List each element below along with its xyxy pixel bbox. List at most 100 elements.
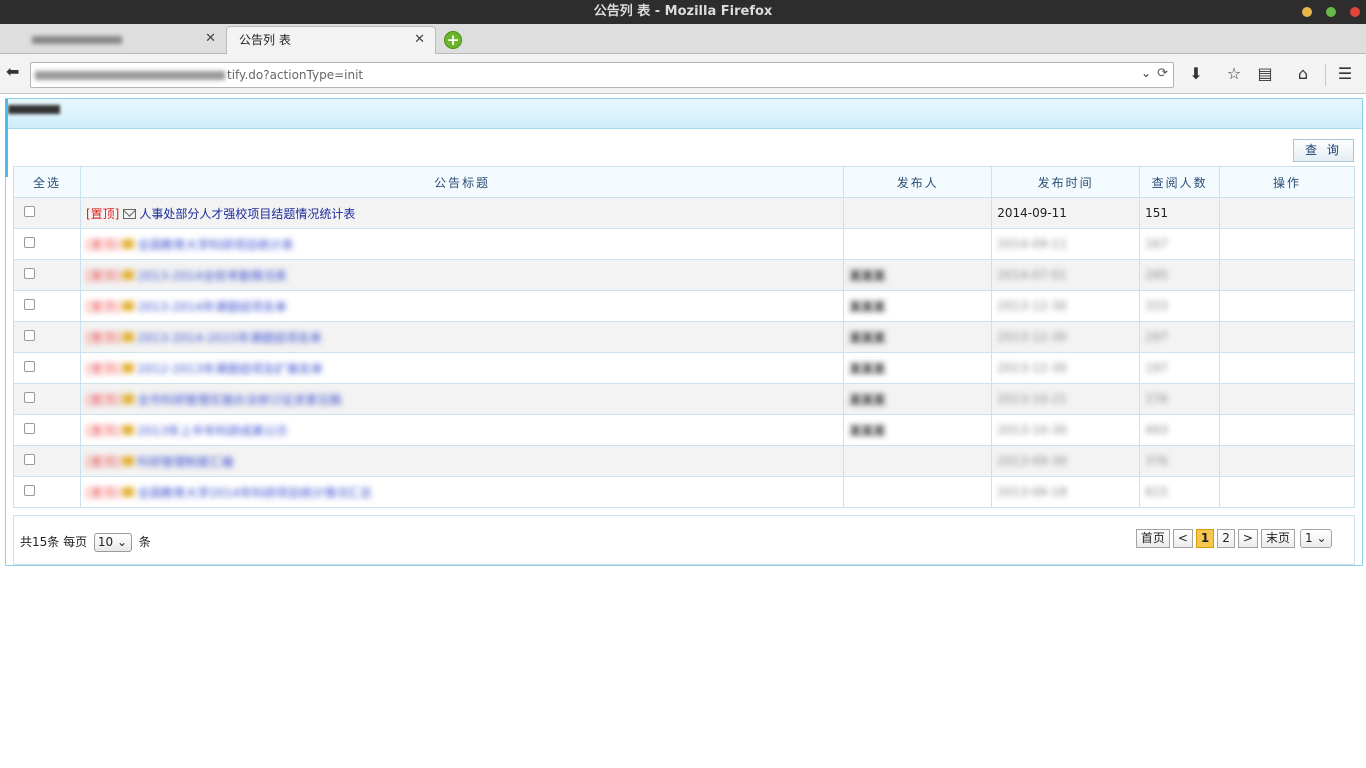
row-checkbox[interactable] — [24, 454, 35, 465]
notice-title-link[interactable]: 全国教育大学2014年科研项目统计情况汇总 — [137, 486, 372, 500]
maximize-button[interactable] — [1326, 7, 1336, 17]
view-count: 493 — [1145, 423, 1169, 437]
close-tab-icon[interactable]: ✕ — [205, 26, 216, 52]
page-2-button[interactable]: 2 — [1217, 529, 1235, 548]
row-actions-cell — [1219, 228, 1355, 260]
row-title-cell: [置顶] 全市科研管理实施办法修订征求意见稿 — [79, 383, 845, 415]
back-arrow-icon[interactable]: ⬅ — [6, 62, 30, 86]
notice-title-link[interactable]: 2012-2013年课题结项及扩展名单 — [137, 362, 322, 376]
query-button[interactable]: 查 询 — [1293, 139, 1354, 162]
select-all-header[interactable]: 全选 — [13, 166, 81, 198]
row-title-cell: [置顶] 2013-2014-2015年课题结项名单 — [79, 321, 845, 353]
row-publisher-cell — [843, 228, 993, 260]
page-1-button[interactable]: 1 — [1195, 529, 1215, 548]
url-bar[interactable]: tify.do?actionType=init ⌄ ⟳ — [30, 62, 1174, 88]
bookmark-star-icon[interactable]: ☆ — [1223, 64, 1245, 86]
notice-title-link[interactable]: 2013-2014-2015年课题结项名单 — [137, 331, 321, 345]
page-jump-value: 1 — [1305, 531, 1313, 545]
row-checkbox[interactable] — [24, 392, 35, 403]
window-title: 公告列 表 - Mozilla Firefox — [593, 4, 773, 19]
row-checkbox-cell — [13, 445, 81, 477]
notice-title-link[interactable]: 全市科研管理实施办法修订征求意见稿 — [137, 393, 341, 407]
close-window-button[interactable] — [1350, 7, 1360, 17]
row-checkbox[interactable] — [24, 299, 35, 310]
window-titlebar: 公告列 表 - Mozilla Firefox — [0, 0, 1366, 24]
row-views-cell: 285 — [1139, 259, 1221, 291]
reading-list-icon[interactable]: ▤ — [1254, 64, 1276, 86]
row-title-cell: [置顶] 2013年上半年科研成果公示 — [79, 414, 845, 446]
row-publisher-cell: 某某某 — [843, 290, 993, 322]
row-checkbox-cell — [13, 228, 81, 260]
download-icon[interactable]: ⬇ — [1185, 64, 1207, 86]
row-checkbox-cell — [13, 414, 81, 446]
row-actions-cell — [1219, 383, 1355, 415]
row-checkbox-cell — [13, 290, 81, 322]
navigation-toolbar: ⬅ tify.do?actionType=init ⌄ ⟳ ⬇ ☆ ▤ ⌂ ☰ — [0, 54, 1366, 94]
publish-date: 2014-07-01 — [997, 268, 1067, 282]
page-size-value: 10 — [97, 535, 114, 549]
tab-label: 公告列 表 — [239, 33, 291, 47]
minimize-button[interactable] — [1302, 7, 1312, 17]
row-checkbox[interactable] — [24, 330, 35, 341]
notice-title-link[interactable]: 2013年上半年科研成果公示 — [137, 424, 288, 438]
new-tab-icon[interactable]: + — [444, 31, 462, 49]
redaction-block — [9, 129, 233, 165]
row-checkbox[interactable] — [24, 237, 35, 248]
home-icon[interactable]: ⌂ — [1292, 64, 1314, 86]
row-checkbox[interactable] — [24, 485, 35, 496]
last-page-button[interactable]: 末页 — [1260, 529, 1295, 548]
prev-page-button[interactable]: < — [1172, 529, 1193, 548]
window-controls — [1302, 7, 1360, 17]
view-count: 197 — [1145, 361, 1169, 375]
reload-icon[interactable]: ⟳ — [1157, 66, 1168, 81]
total-suffix: 条 — [138, 535, 151, 549]
pager: 首页 < 1 2 > 末页 1 ⌄ — [1135, 529, 1332, 548]
close-tab-icon[interactable]: ✕ — [414, 27, 425, 53]
view-count: 276 — [1145, 392, 1169, 406]
page-jump-select[interactable]: 1 ⌄ — [1300, 529, 1332, 548]
notice-title-link[interactable]: 人事处部分人才强校项目结题情况统计表 — [139, 207, 355, 221]
view-count: 297 — [1145, 330, 1169, 344]
row-date-cell: 2013-12-30 — [991, 321, 1141, 353]
notice-title-link[interactable]: 2013-2014全校考勤情况表 — [137, 269, 286, 283]
tab-background[interactable]: ✕ — [0, 26, 226, 54]
envelope-icon — [122, 269, 135, 280]
publisher-name: 某某某 — [849, 392, 886, 407]
row-checkbox[interactable] — [24, 361, 35, 372]
row-actions-cell — [1219, 290, 1355, 322]
row-publisher-cell: 某某某 — [843, 321, 993, 353]
row-checkbox[interactable] — [24, 206, 35, 217]
row-date-cell: 2014-09-11 — [991, 197, 1141, 229]
row-checkbox[interactable] — [24, 268, 35, 279]
pinned-tag: [置顶] — [85, 268, 120, 283]
pinned-tag: [置顶] — [85, 299, 120, 314]
first-page-button[interactable]: 首页 — [1135, 529, 1170, 548]
row-views-cell: 197 — [1139, 352, 1221, 384]
envelope-icon — [122, 300, 135, 311]
envelope-icon — [122, 455, 135, 466]
next-page-button[interactable]: > — [1237, 529, 1258, 548]
toolbar-separator — [1325, 64, 1326, 86]
publisher-header: 发布人 — [843, 166, 993, 198]
pinned-tag: [置顶] — [85, 423, 120, 438]
view-count: 167 — [1145, 237, 1169, 251]
row-views-cell: 276 — [1139, 383, 1221, 415]
envelope-icon — [122, 362, 135, 373]
url-history-dropdown-icon[interactable]: ⌄ — [1141, 66, 1151, 80]
tab-notice-list[interactable]: 公告列 表 ✕ — [226, 26, 436, 54]
envelope-icon — [122, 238, 135, 249]
row-actions-cell — [1219, 259, 1355, 291]
row-date-cell: 2013-06-18 — [991, 476, 1141, 508]
row-checkbox[interactable] — [24, 423, 35, 434]
row-title-cell: [置顶] 2013-2014年课题结项名单 — [79, 290, 845, 322]
hamburger-menu-icon[interactable]: ☰ — [1334, 64, 1356, 86]
table-row: [置顶] 2013-2014年课题结项名单 某某某 2013-12-30 333 — [13, 290, 1355, 322]
notice-title-link[interactable]: 科研管理制度汇编 — [137, 455, 233, 469]
page-size-select[interactable]: 10 ⌄ — [93, 533, 132, 552]
row-date-cell: 2013-10-21 — [991, 383, 1141, 415]
pinned-tag: [置顶] — [85, 206, 120, 221]
row-date-cell: 2014-09-11 — [991, 228, 1141, 260]
notice-title-link[interactable]: 2013-2014年课题结项名单 — [137, 300, 286, 314]
row-publisher-cell: 某某某 — [843, 259, 993, 291]
notice-title-link[interactable]: 全国教育大学科研项目统计表 — [137, 238, 293, 252]
